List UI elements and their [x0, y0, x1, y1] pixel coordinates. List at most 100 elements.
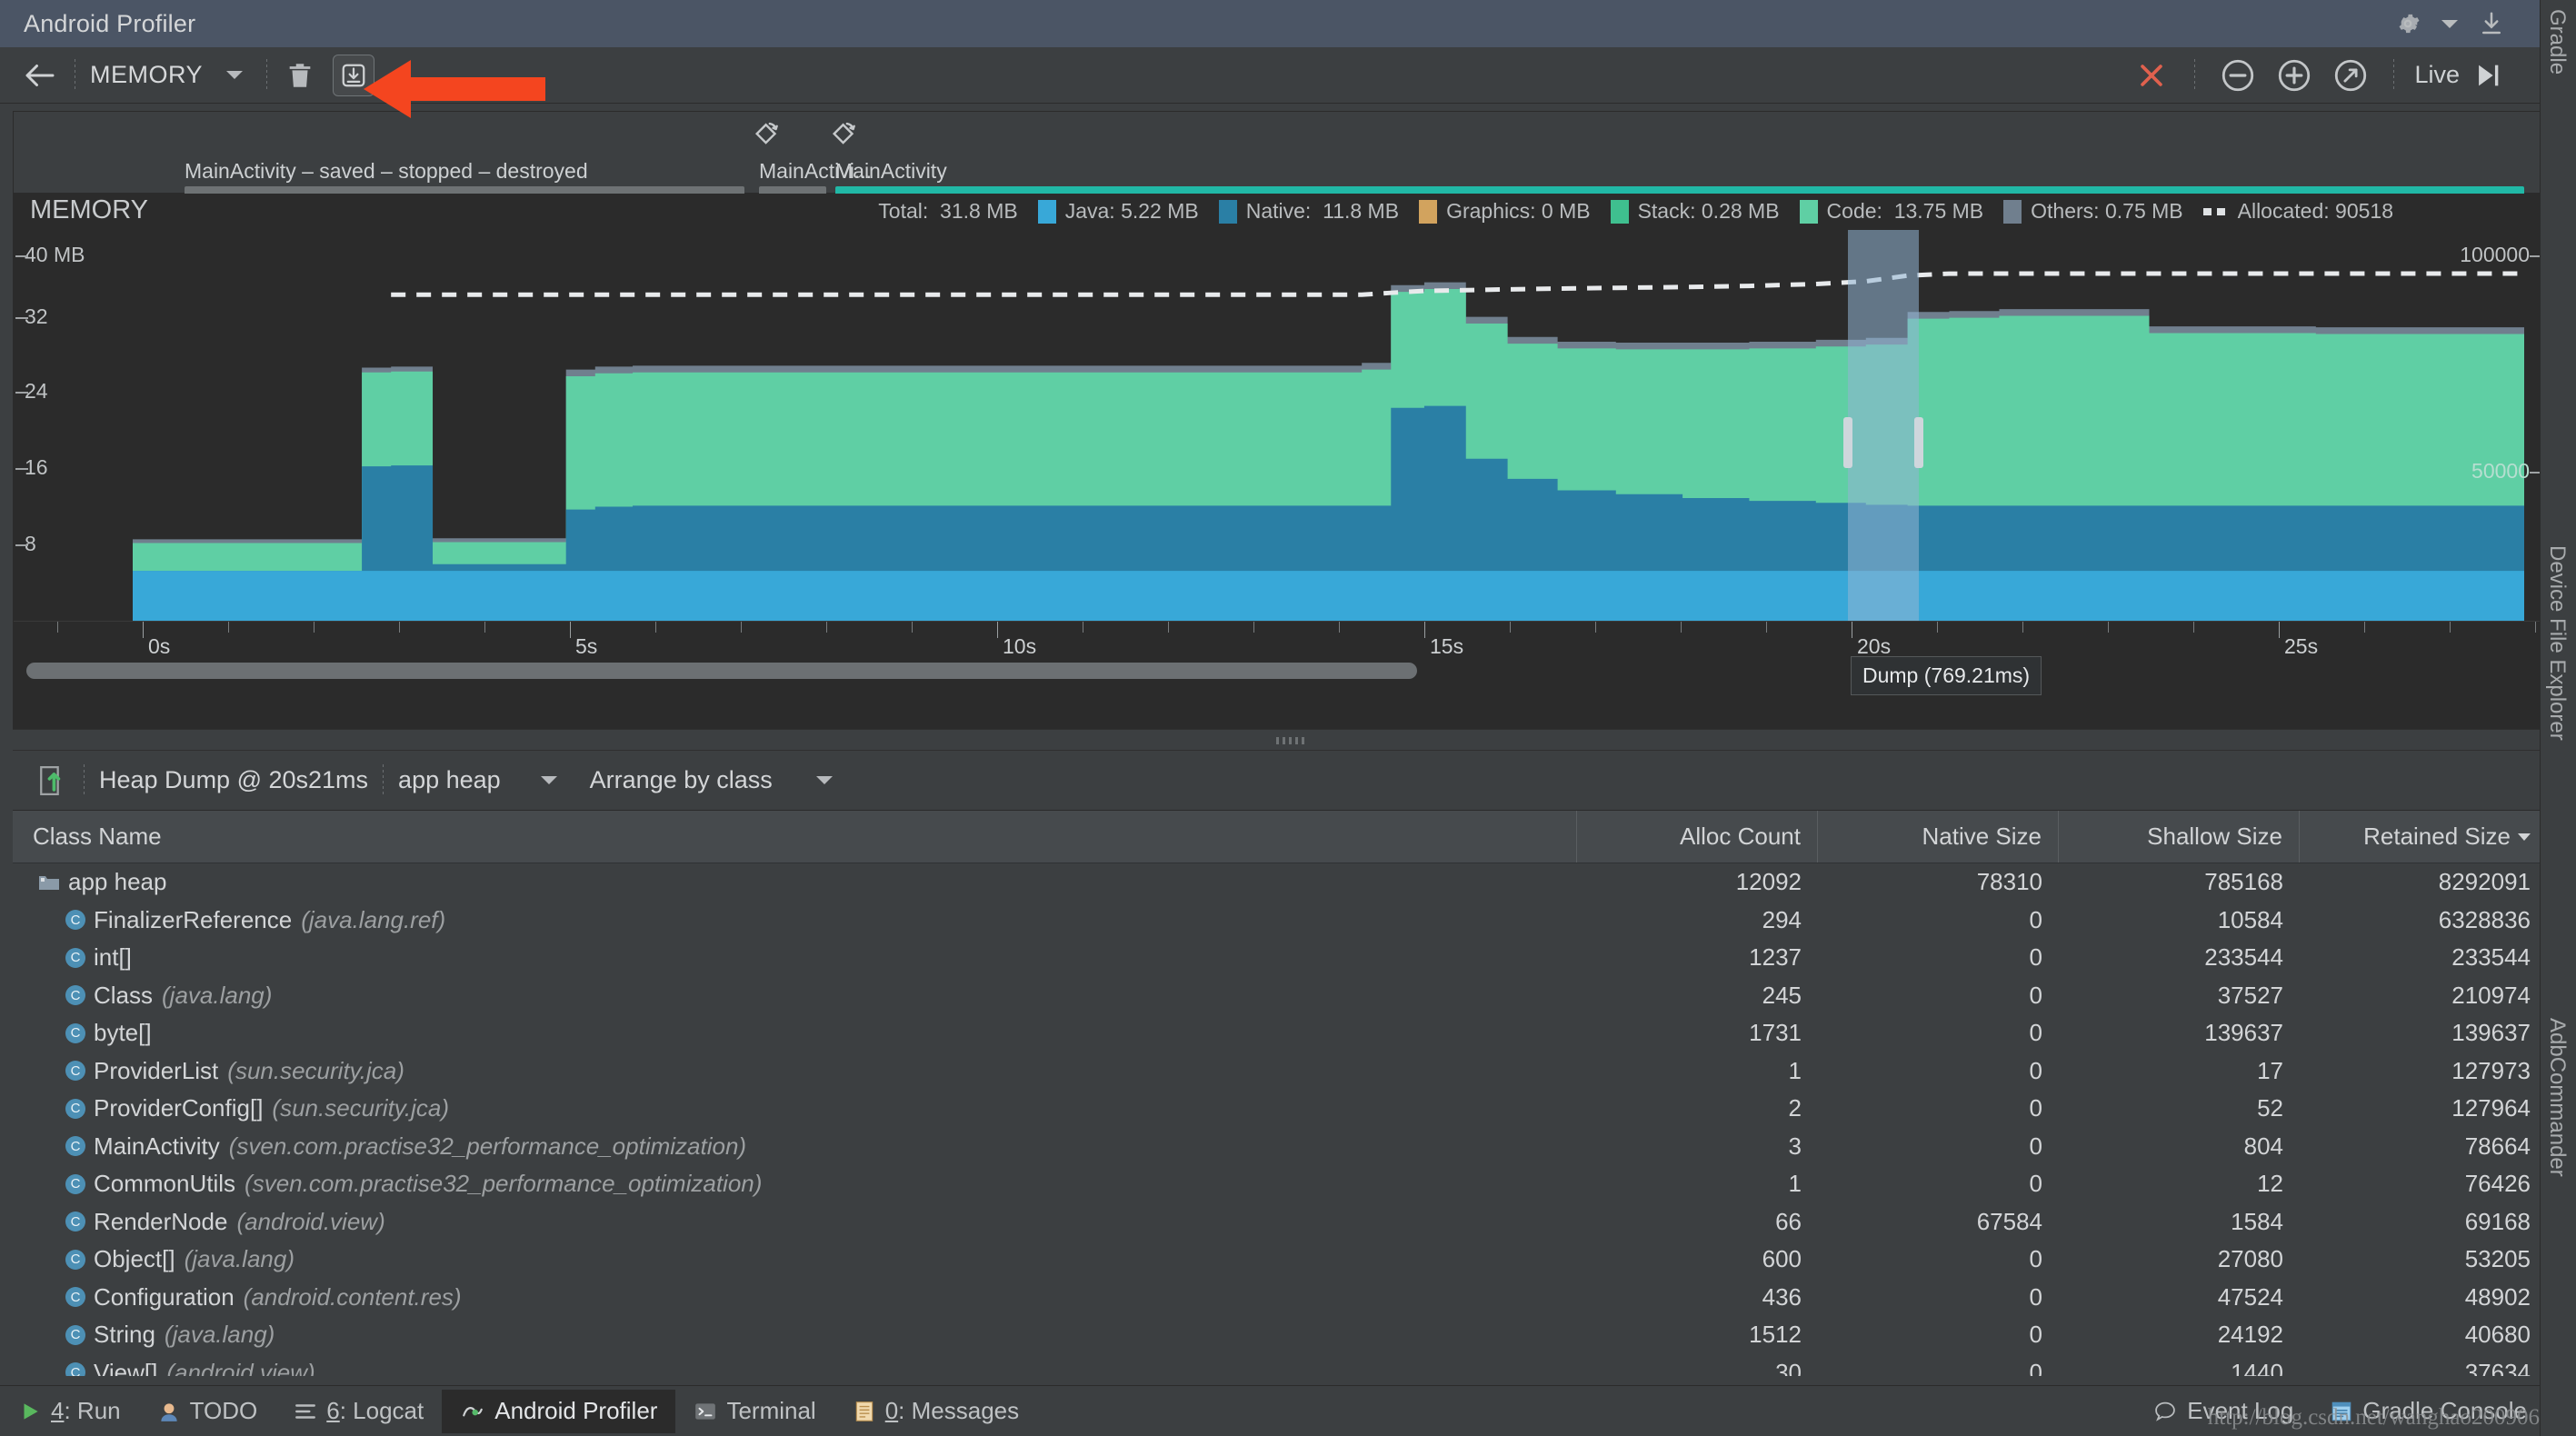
table-cell-alloc-count: 1512	[1749, 1321, 1802, 1349]
gear-icon[interactable]	[2394, 10, 2421, 37]
column-header-native-size[interactable]: Native Size	[1818, 811, 2059, 863]
table-cell-class-name: C MainActivity (sven.com.practise32_perfor…	[13, 1132, 1577, 1161]
statusbar-item-messages[interactable]: 0: Messages	[834, 1390, 1037, 1433]
panel-splitter[interactable]	[13, 729, 2547, 751]
selection-handle-right[interactable]	[1914, 417, 1923, 468]
table-row[interactable]: Cint[] 1237 0 233544 233544	[13, 939, 2547, 977]
chevron-down-icon[interactable]	[2441, 19, 2458, 28]
table-cell-retained-size: 40680	[2464, 1321, 2531, 1349]
statusbar-item-terminal[interactable]: Terminal	[675, 1390, 834, 1433]
time-tick	[655, 622, 656, 633]
messages-icon	[853, 1400, 876, 1423]
table-cell-shallow-size: 1440	[2231, 1358, 2283, 1376]
class-name-text: CommonUtils	[94, 1170, 236, 1198]
zoom-out-icon[interactable]	[2217, 55, 2259, 96]
statusbar-item-todo[interactable]: TODO	[139, 1390, 276, 1433]
chevron-down-icon[interactable]	[540, 776, 557, 784]
table-cell-alloc-count: 3	[1788, 1132, 1802, 1160]
time-tick	[399, 622, 400, 633]
table-cell-native-size: 0	[2029, 1282, 2042, 1311]
toolbar-separator	[2393, 58, 2395, 92]
session-label[interactable]: MEMORY	[90, 61, 203, 89]
table-row[interactable]: C RenderNode (android.view) 66 67584 1584 6916…	[13, 1203, 2547, 1242]
statusbar-item-android-profiler[interactable]: Android Profiler	[442, 1389, 676, 1433]
table-cell-retained-size: 76426	[2464, 1170, 2531, 1198]
table-cell-alloc-count: 2	[1788, 1094, 1802, 1122]
zoom-in-icon[interactable]	[2273, 55, 2315, 96]
table-cell-alloc-count: 245	[1762, 981, 1802, 1009]
arrange-select-value[interactable]: Arrange by class	[590, 766, 773, 794]
table-cell-class-name: Cbyte[]	[13, 1019, 1577, 1047]
legend-java: Java: 5.22 MB	[1037, 199, 1199, 224]
memory-legend: Total: 31.8 MB Java: 5.22 MB Native: 11.…	[858, 199, 2393, 224]
table-cell-shallow-size: 52	[2257, 1094, 2283, 1122]
chevron-down-icon[interactable]	[226, 71, 244, 79]
event-timeline-row[interactable]: MainActivity – saved – stopped – destroy…	[14, 112, 2546, 196]
table-cell-class-name: C CommonUtils (sven.com.practise32_perform…	[13, 1170, 1577, 1198]
legend-code-name: Code:	[1826, 199, 1894, 223]
time-tick	[314, 622, 315, 633]
table-cell-retained-size: 210974	[2451, 981, 2531, 1009]
legend-stack-value: 0.28 MB	[1701, 199, 1780, 223]
time-tick	[1253, 622, 1254, 633]
memory-plot-area[interactable]: 40 MB 32 24 16 8 100000 50000	[14, 230, 2546, 621]
splitter-grip[interactable]	[1276, 737, 1307, 744]
legend-total-name: Total:	[878, 199, 941, 223]
statusbar-terminal-label: Terminal	[726, 1397, 816, 1424]
dump-selection-band[interactable]	[1843, 230, 1923, 621]
table-cell-alloc-count: 66	[1775, 1207, 1802, 1235]
folder-icon	[38, 873, 60, 892]
table-row[interactable]: C ProviderList (sun.security.jca) 1 0 17 12797…	[13, 1052, 2547, 1091]
zoom-reset-icon[interactable]	[2330, 55, 2371, 96]
rail-item-adbcommander[interactable]: AdbCommander	[2544, 1018, 2570, 1177]
selection-handle-left[interactable]	[1843, 417, 1852, 468]
column-header-alloc-count[interactable]: Alloc Count	[1577, 811, 1818, 863]
close-x-icon[interactable]	[2131, 55, 2172, 96]
chevron-down-icon[interactable]	[815, 776, 833, 784]
live-label[interactable]: Live	[2414, 61, 2460, 89]
table-row[interactable]: C MainActivity (sven.com.practise32_perfor…	[13, 1128, 2547, 1166]
table-row[interactable]: C ProviderConfig[] (sun.security.jca) 2 0 52 1…	[13, 1090, 2547, 1128]
export-heap-icon[interactable]	[36, 763, 69, 799]
rail-item-gradle[interactable]: Gradle	[2544, 9, 2570, 75]
column-header-class-name[interactable]: Class Name	[13, 811, 1577, 863]
table-cell-shallow-size: 10584	[2217, 905, 2283, 933]
timeline-scrollbar[interactable]	[14, 661, 2546, 681]
statusbar-item-logcat[interactable]: 6: Logcat	[275, 1390, 442, 1433]
todo-icon	[157, 1400, 181, 1423]
table-row[interactable]: C View[] (android.view) 30 0 1440 37634	[13, 1354, 2547, 1376]
table-row[interactable]: C Object[] (java.lang) 600 0 27080 53205	[13, 1241, 2547, 1279]
heap-select-value[interactable]: app heap	[398, 766, 501, 794]
table-cell-class-name: C ProviderList (sun.security.jca)	[13, 1057, 1577, 1085]
table-cell-shallow-size: 804	[2243, 1132, 2283, 1160]
legend-others: Others: 0.75 MB	[2003, 199, 2183, 224]
table-row[interactable]: C String (java.lang) 1512 0 24192 40680	[13, 1316, 2547, 1354]
rail-item-device-file-explorer[interactable]: Device File Explorer	[2544, 545, 2570, 741]
class-name-text: Object[]	[94, 1245, 175, 1273]
table-row[interactable]: app heap 12092 78310 785168 8292091	[13, 863, 2547, 902]
trash-icon[interactable]	[282, 57, 318, 94]
statusbar-item-run[interactable]: 4: Run	[0, 1390, 139, 1433]
class-name-text: FinalizerReference	[94, 905, 293, 933]
back-arrow-icon[interactable]	[20, 55, 60, 95]
table-cell-retained-size: 127964	[2451, 1094, 2531, 1122]
class-name-text: ProviderList	[94, 1056, 219, 1084]
table-cell-class-name: C Object[] (java.lang)	[13, 1245, 1577, 1273]
table-row[interactable]: C CommonUtils (sven.com.practise32_perform…	[13, 1165, 2547, 1203]
table-row[interactable]: C FinalizerReference (java.lang.ref) 294 0 10…	[13, 902, 2547, 940]
table-cell-retained-size: 139637	[2451, 1019, 2531, 1047]
window-title: Android Profiler	[24, 9, 196, 37]
column-header-retained-size[interactable]: Retained Size	[2300, 811, 2547, 863]
scrollbar-thumb[interactable]	[26, 663, 1417, 679]
table-row[interactable]: C Class (java.lang) 245 0 37527 210974	[13, 977, 2547, 1015]
go-live-icon[interactable]	[2471, 60, 2505, 91]
statusbar-profiler-label: Android Profiler	[494, 1397, 658, 1424]
time-tick-label: 20s	[1857, 634, 1892, 658]
legend-stack-name: Stack:	[1637, 199, 1702, 223]
collapse-icon[interactable]	[2478, 10, 2505, 37]
column-header-shallow-size[interactable]: Shallow Size	[2059, 811, 2300, 863]
table-row[interactable]: Cbyte[] 1731 0 139637 139637	[13, 1014, 2547, 1052]
table-cell-class-name: app heap	[13, 868, 1577, 896]
logcat-icon	[294, 1400, 317, 1423]
table-row[interactable]: C Configuration (android.content.res) 436 0 4…	[13, 1279, 2547, 1317]
